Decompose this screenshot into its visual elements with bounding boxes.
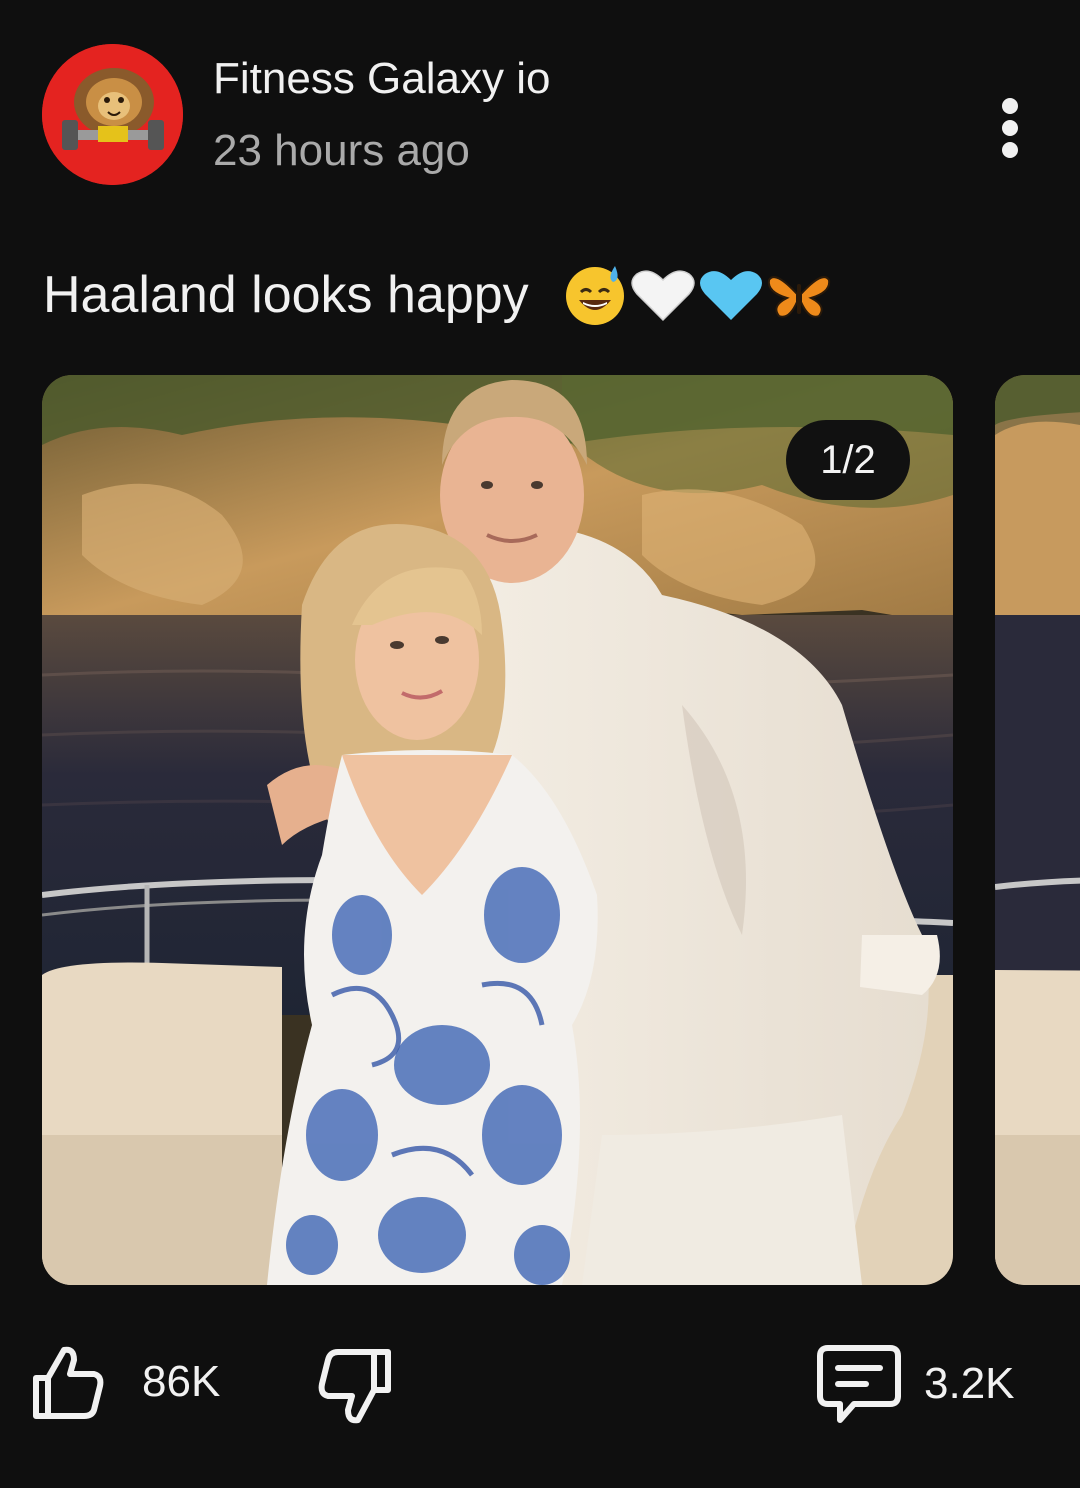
white-heart-emoji bbox=[631, 270, 695, 322]
image-carousel[interactable] bbox=[0, 375, 1080, 1287]
more-options-button[interactable] bbox=[980, 88, 1040, 168]
post-header: Fitness Galaxy io 23 hours ago bbox=[0, 0, 1080, 220]
carousel-slide[interactable] bbox=[42, 375, 953, 1285]
comment-button[interactable]: 3.2K bbox=[814, 1342, 1015, 1426]
dislike-button[interactable] bbox=[312, 1344, 396, 1428]
photo-next-preview bbox=[995, 375, 1080, 1285]
blue-heart-emoji bbox=[700, 271, 763, 321]
comment-count: 3.2K bbox=[924, 1359, 1015, 1408]
butterfly-emoji bbox=[767, 276, 831, 318]
post-action-bar: 86K 3.2K bbox=[0, 1330, 1080, 1430]
like-button[interactable]: 86K bbox=[28, 1342, 220, 1422]
like-count: 86K bbox=[142, 1357, 221, 1406]
photo-couple-on-boat bbox=[42, 375, 953, 1285]
post-body: Haaland looks happy bbox=[43, 262, 831, 328]
thumbs-up-icon bbox=[33, 1346, 104, 1419]
more-vertical-icon bbox=[1002, 98, 1018, 158]
channel-name[interactable]: Fitness Galaxy io bbox=[213, 52, 550, 106]
emoji-row bbox=[561, 262, 831, 326]
post-timestamp: 23 hours ago bbox=[213, 126, 470, 175]
post-text: Haaland looks happy bbox=[43, 266, 529, 324]
sweat-smile-emoji bbox=[566, 266, 625, 326]
comment-icon bbox=[817, 1345, 901, 1423]
carousel-slide-next[interactable] bbox=[995, 375, 1080, 1285]
lion-logo-icon bbox=[42, 44, 183, 185]
channel-avatar[interactable] bbox=[42, 44, 183, 185]
carousel-page-indicator: 1/2 bbox=[786, 420, 910, 500]
thumbs-down-icon bbox=[318, 1349, 391, 1424]
